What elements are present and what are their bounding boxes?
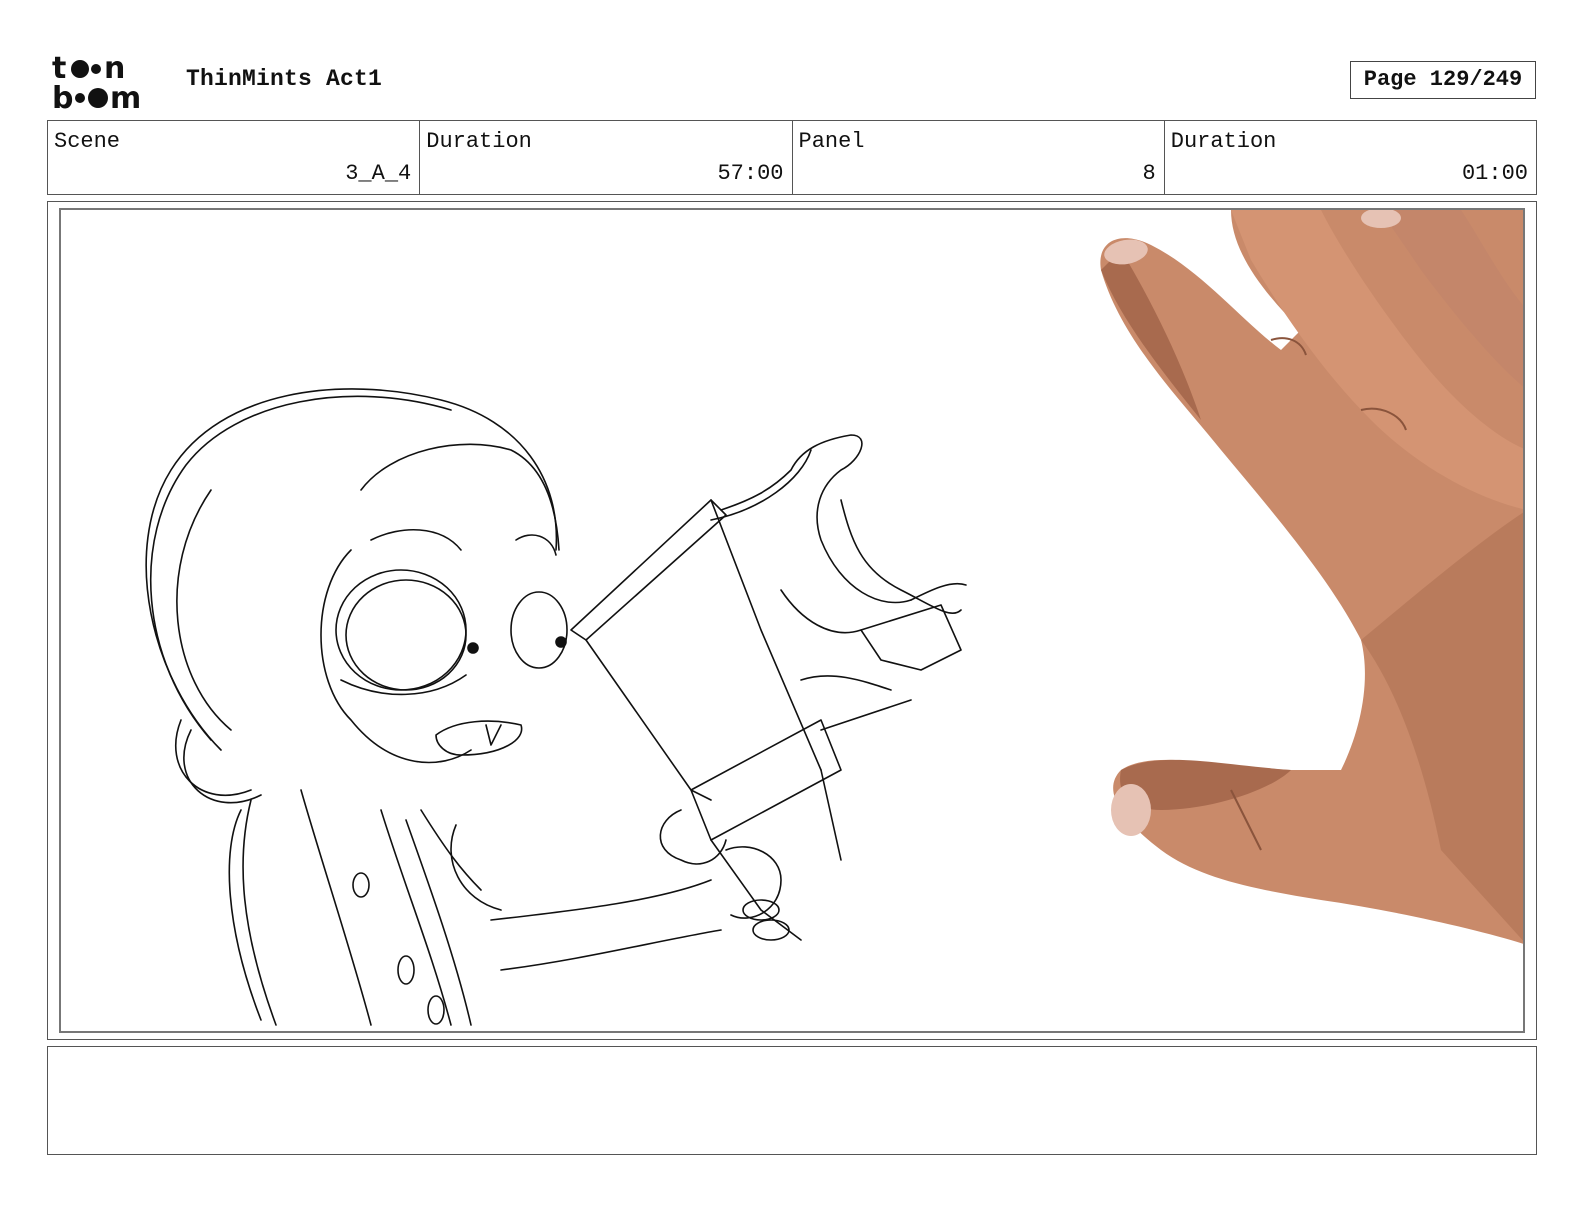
scene-cell: Scene 3_A_4 (48, 121, 421, 194)
panel-drawing (145, 210, 1523, 1026)
panel-info-table: Scene 3_A_4 Duration 57:00 Panel 8 Durat… (47, 120, 1537, 195)
panel-notes-area (47, 1046, 1537, 1155)
panel-value: 8 (1142, 161, 1156, 186)
page-number: Page 129/249 (1350, 61, 1536, 99)
panel-cell: Panel 8 (793, 121, 1165, 194)
scene-duration-label: Duration (426, 129, 532, 154)
svg-text:b: b (52, 81, 73, 112)
panel-duration-value: 01:00 (1461, 161, 1528, 186)
document-title: ThinMints Act1 (186, 66, 383, 92)
panel-duration-label: Duration (1170, 129, 1277, 154)
svg-text:m: m (110, 81, 141, 112)
scene-label: Scene (54, 129, 121, 154)
storyboard-panel-image (59, 208, 1525, 1033)
scene-duration-cell: Duration 57:00 (420, 121, 793, 194)
scene-value: 3_A_4 (345, 161, 412, 186)
scene-duration-value: 57:00 (717, 161, 784, 186)
panel-label: Panel (798, 129, 865, 154)
hand-photo (1100, 210, 1523, 944)
character-sketch (145, 388, 967, 1026)
panel-duration-cell: Duration 01:00 (1165, 121, 1536, 194)
toon-boom-logo: t n b m (52, 52, 141, 112)
